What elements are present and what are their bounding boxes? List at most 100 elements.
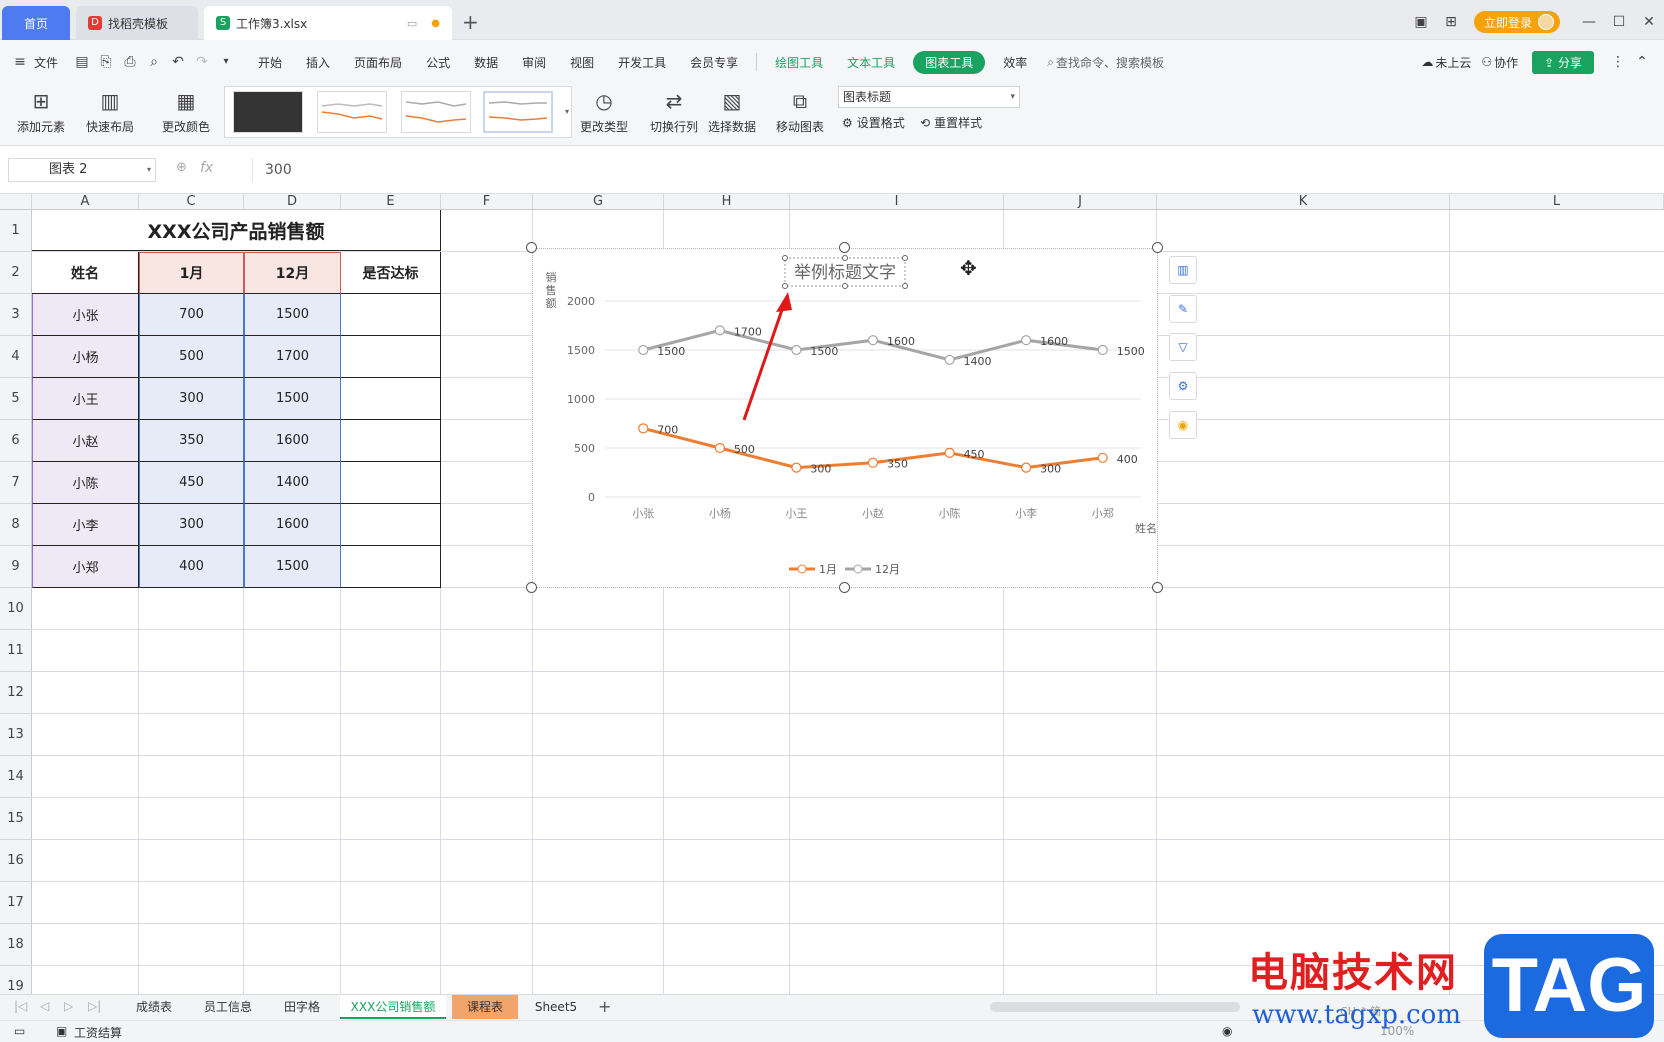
save-icon[interactable]: ▤ <box>74 54 90 70</box>
first-sheet-icon[interactable]: |◁ <box>14 999 27 1013</box>
table-cell[interactable] <box>341 294 441 336</box>
chart-style-2[interactable] <box>317 91 387 133</box>
next-sheet-icon[interactable]: ▷ <box>64 999 73 1013</box>
close-icon[interactable]: ✕ <box>1634 14 1664 30</box>
table-cell[interactable] <box>341 546 441 588</box>
chart-element-select[interactable]: 图表标题 ▾ <box>838 86 1020 108</box>
row-header-18[interactable]: 18 <box>0 924 32 966</box>
tab-daoke[interactable]: D 找稻壳模板 <box>76 6 198 40</box>
maximize-icon[interactable]: ☐ <box>1604 14 1634 30</box>
menu-member[interactable]: 会员专享 <box>678 54 750 71</box>
sheet-tab[interactable]: Sheet5 <box>522 995 590 1019</box>
resize-handle[interactable] <box>839 242 850 253</box>
change-color-button[interactable]: ▦ 更改颜色 <box>154 84 218 140</box>
last-sheet-icon[interactable]: ▷| <box>88 999 101 1013</box>
column-header-A[interactable]: A <box>32 194 139 210</box>
table-cell[interactable] <box>341 504 441 546</box>
table-cell[interactable] <box>341 378 441 420</box>
preview-icon[interactable]: ⌕ <box>146 54 162 70</box>
formula-input[interactable]: 300 <box>252 158 1660 182</box>
menu-drawing-tools[interactable]: 绘图工具 <box>763 54 835 71</box>
chart-elements-tool[interactable]: ▥ <box>1169 256 1197 284</box>
share-button[interactable]: ⇪ 分享 <box>1532 50 1594 74</box>
sheet-tab[interactable]: 员工信息 <box>194 995 262 1019</box>
select-all-corner[interactable] <box>0 194 32 210</box>
new-tab-button[interactable]: + <box>462 12 479 32</box>
table-cell[interactable]: 1700 <box>244 336 341 378</box>
command-search[interactable]: ⌕ 查找命令、搜索模板 <box>1047 54 1164 71</box>
row-header-10[interactable]: 10 <box>0 588 32 630</box>
menu-text-tools[interactable]: 文本工具 <box>835 54 907 71</box>
row-header-5[interactable]: 5 <box>0 378 32 420</box>
table-cell[interactable] <box>341 462 441 504</box>
name-box[interactable]: 图表 2 ▾ <box>8 158 156 182</box>
minimize-icon[interactable]: — <box>1574 14 1604 30</box>
hamburger-icon[interactable]: ≡ <box>12 54 28 70</box>
reset-style-button[interactable]: ⟲ 重置样式 <box>920 114 982 131</box>
chart-settings-tool[interactable]: ⚙ <box>1169 372 1197 400</box>
gallery-more-icon[interactable]: ▾ <box>565 107 569 116</box>
collab-button[interactable]: 协作 <box>1494 54 1524 71</box>
sheet-tab[interactable]: 田字格 <box>268 995 336 1019</box>
cloud-status[interactable]: 未上云 <box>1435 54 1481 71</box>
row-header-4[interactable]: 4 <box>0 336 32 378</box>
move-chart-button[interactable]: ⧉ 移动图表 <box>772 84 828 140</box>
table-cell[interactable]: 1600 <box>244 504 341 546</box>
change-type-button[interactable]: ◷ 更改类型 <box>576 84 632 140</box>
row-header-9[interactable]: 9 <box>0 546 32 588</box>
table-title[interactable]: XXX公司产品销售额 <box>32 210 441 251</box>
export-icon[interactable]: ⎘ <box>98 54 114 70</box>
menu-page-layout[interactable]: 页面布局 <box>342 54 414 71</box>
table-cell[interactable]: 300 <box>139 378 244 420</box>
collapse-ribbon-icon[interactable]: ⌃ <box>1634 54 1650 70</box>
table-cell[interactable]: 小郑 <box>32 546 139 588</box>
table-header-cell[interactable]: 1月 <box>139 252 244 294</box>
table-cell[interactable]: 1400 <box>244 462 341 504</box>
menu-start[interactable]: 开始 <box>246 54 294 71</box>
eye-icon[interactable]: ◉ <box>1222 1024 1232 1038</box>
menu-insert[interactable]: 插入 <box>294 54 342 71</box>
table-cell[interactable]: 1500 <box>244 378 341 420</box>
menu-formula[interactable]: 公式 <box>414 54 462 71</box>
monitor-icon[interactable]: ▭ <box>14 1024 25 1038</box>
column-header-E[interactable]: E <box>341 194 441 210</box>
sheet-tab-active[interactable]: XXX公司销售额 <box>340 995 446 1019</box>
table-cell[interactable]: 小李 <box>32 504 139 546</box>
chart-tips-tool[interactable]: ◉ <box>1169 411 1197 439</box>
menu-data[interactable]: 数据 <box>462 54 510 71</box>
sheet-tab[interactable]: 成绩表 <box>120 995 188 1019</box>
row-header-17[interactable]: 17 <box>0 882 32 924</box>
resize-handle[interactable] <box>526 242 537 253</box>
table-cell[interactable]: 1600 <box>244 420 341 462</box>
row-header-6[interactable]: 6 <box>0 420 32 462</box>
table-header-cell[interactable]: 是否达标 <box>341 252 441 294</box>
row-header-15[interactable]: 15 <box>0 798 32 840</box>
table-cell[interactable]: 小张 <box>32 294 139 336</box>
menu-file[interactable]: 文件 <box>32 54 70 71</box>
row-header-8[interactable]: 8 <box>0 504 32 546</box>
table-cell[interactable]: 小杨 <box>32 336 139 378</box>
menu-developer[interactable]: 开发工具 <box>606 54 678 71</box>
resize-handle[interactable] <box>839 582 850 593</box>
row-header-13[interactable]: 13 <box>0 714 32 756</box>
table-cell[interactable]: 400 <box>139 546 244 588</box>
table-cell[interactable]: 1500 <box>244 546 341 588</box>
redo-icon[interactable]: ↷ <box>194 54 210 70</box>
sheet-tab[interactable]: 课程表 <box>452 995 518 1019</box>
column-header-D[interactable]: D <box>244 194 341 210</box>
resize-handle[interactable] <box>526 582 537 593</box>
table-cell[interactable]: 1500 <box>244 294 341 336</box>
more-icon[interactable]: ⋮ <box>1610 54 1626 70</box>
row-header-11[interactable]: 11 <box>0 630 32 672</box>
table-header-cell[interactable]: 姓名 <box>32 252 139 294</box>
tab-workbook[interactable]: S 工作簿3.xlsx ▭ ● <box>204 6 452 40</box>
add-element-button[interactable]: ⊞ 添加元素 <box>10 84 72 140</box>
table-cell[interactable]: 300 <box>139 504 244 546</box>
menu-review[interactable]: 审阅 <box>510 54 558 71</box>
table-cell[interactable]: 700 <box>139 294 244 336</box>
table-cell[interactable]: 小王 <box>32 378 139 420</box>
apps-grid-icon[interactable]: ⊞ <box>1436 14 1466 30</box>
chart-style-4-selected[interactable] <box>483 91 553 133</box>
switch-rowcol-button[interactable]: ⇄ 切换行列 <box>646 84 702 140</box>
menu-view[interactable]: 视图 <box>558 54 606 71</box>
